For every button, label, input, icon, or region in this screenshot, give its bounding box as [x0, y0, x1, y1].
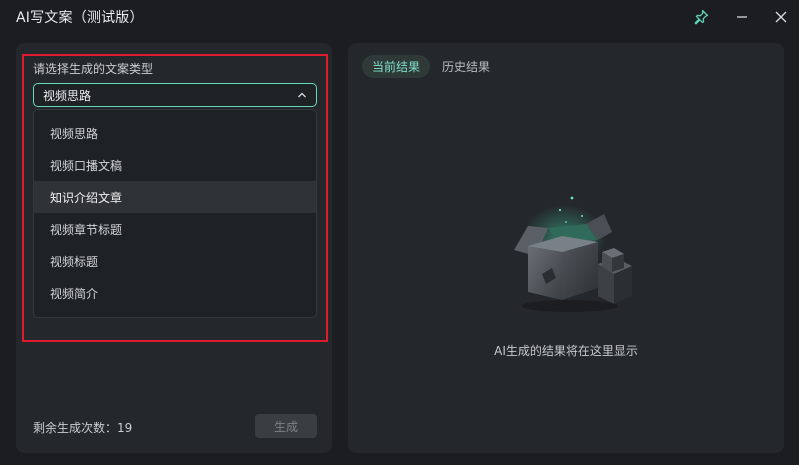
title-bar: AI写文案（测试版）	[0, 0, 799, 34]
minimize-icon	[737, 16, 747, 18]
dropdown-option-knowledge-article[interactable]: 知识介绍文章	[34, 181, 316, 213]
type-select-value: 视频思路	[43, 88, 92, 103]
pin-button[interactable]	[690, 6, 712, 28]
type-dropdown-menu: 视频思路 视频口播文稿 知识介绍文章 视频章节标题 视频标题 视频简介	[33, 109, 317, 318]
generate-button[interactable]: 生成	[255, 414, 317, 438]
dropdown-option-video-title[interactable]: 视频标题	[34, 245, 316, 277]
close-button[interactable]	[770, 6, 792, 28]
tab-current-result[interactable]: 当前结果	[362, 55, 431, 78]
dropdown-option-chapter-titles[interactable]: 视频章节标题	[34, 213, 316, 245]
remaining-count: 剩余生成次数：19	[33, 421, 133, 435]
open-box-icon	[514, 196, 632, 312]
dropdown-option-voiceover-script[interactable]: 视频口播文稿	[34, 149, 316, 181]
tab-history-result[interactable]: 历史结果	[432, 55, 500, 78]
dropdown-option-video-description[interactable]: 视频简介	[34, 277, 316, 309]
type-select[interactable]: 视频思路	[33, 83, 317, 107]
dropdown-option-video-idea[interactable]: 视频思路	[34, 117, 316, 149]
pin-icon	[694, 9, 709, 25]
chevron-up-icon	[298, 92, 306, 98]
minimize-button[interactable]	[731, 6, 753, 28]
window-title: AI写文案（测试版）	[16, 10, 144, 26]
type-label: 请选择生成的文案类型	[33, 62, 154, 76]
close-icon	[775, 11, 787, 23]
empty-state-text: AI生成的结果将在这里显示	[494, 344, 638, 358]
